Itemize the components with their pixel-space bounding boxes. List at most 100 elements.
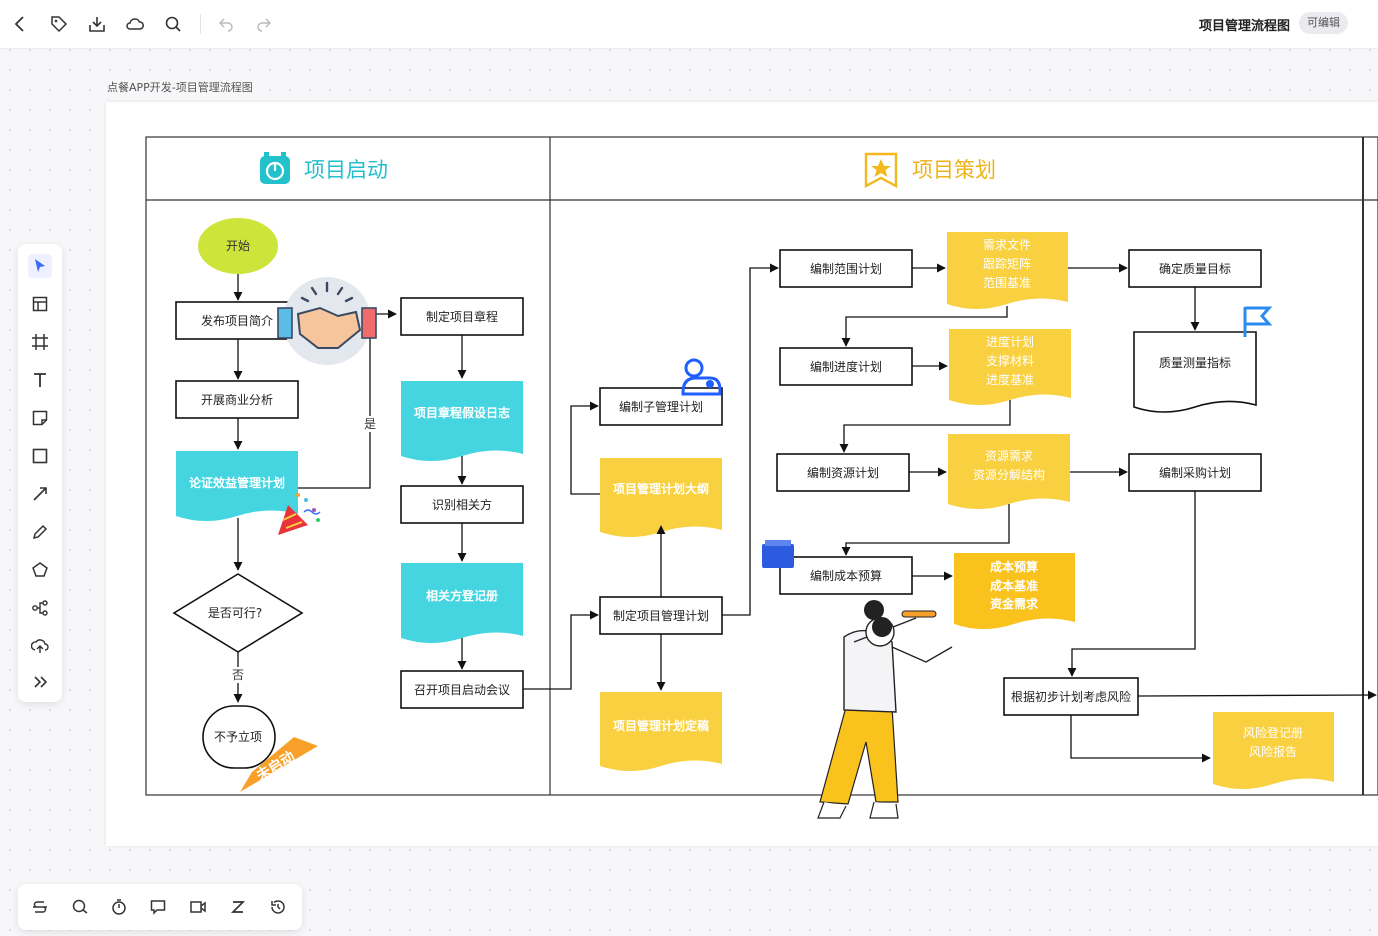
arrow-line-icon[interactable] — [28, 482, 52, 506]
process-identify-stakeholders[interactable]: 识别相关方 — [400, 485, 524, 524]
upload-icon[interactable] — [28, 634, 52, 658]
zoom-z-icon[interactable] — [227, 896, 249, 918]
lane-title-planning: 项目策划 — [912, 158, 996, 182]
document-schedule-outputs[interactable]: 进度计划 支撑材料 进度基准 — [949, 329, 1071, 405]
no-label: 否 — [232, 668, 244, 682]
document-scope-outputs[interactable]: 需求文件 跟踪矩阵 范围基准 — [947, 232, 1068, 309]
pen-icon[interactable] — [28, 520, 52, 544]
process-label: 编制资源计划 — [807, 465, 879, 480]
document-line: 风险登记册 — [1243, 725, 1303, 740]
process-label: 根据初步计划考虑风险 — [1011, 689, 1131, 704]
process-kickoff-meeting[interactable]: 召开项目启动会议 — [400, 670, 524, 709]
process-label: 识别相关方 — [432, 497, 492, 512]
connector — [570, 401, 600, 495]
process-schedule-plan[interactable]: 编制进度计划 — [779, 347, 913, 386]
process-label: 编制子管理计划 — [619, 399, 703, 414]
select-arrow-icon[interactable] — [28, 254, 52, 278]
process-label: 编制采购计划 — [1159, 465, 1231, 480]
download-icon[interactable] — [85, 12, 109, 36]
process-charter[interactable]: 制定项目章程 — [400, 297, 524, 336]
comment-icon[interactable] — [69, 896, 91, 918]
process-business-analysis[interactable]: 开展商业分析 — [175, 380, 299, 419]
document-line: 成本预算 — [990, 559, 1038, 574]
whiteboard-canvas[interactable]: 项目启动 项目策划 开始 发布项目简介 开展商业分析 论证效益管理计划 是 是否… — [106, 102, 1378, 846]
document-line: 进度计划 — [986, 334, 1034, 349]
frame-icon[interactable] — [28, 330, 52, 354]
document-line: 资金需求 — [990, 596, 1039, 611]
back-icon[interactable] — [8, 12, 32, 36]
process-label: 发布项目简介 — [201, 313, 273, 328]
document-title[interactable]: 项目管理流程图 — [1199, 15, 1290, 34]
document-label: 论证效益管理计划 — [189, 475, 285, 490]
flowchart-diagram: 项目启动 项目策划 开始 发布项目简介 开展商业分析 论证效益管理计划 是 是否… — [145, 136, 1378, 819]
decision-label: 是否可行? — [208, 606, 262, 620]
start-node[interactable]: 开始 — [198, 218, 278, 274]
wallet-icon — [762, 540, 794, 568]
document-line: 跟踪矩阵 — [983, 257, 1031, 271]
document-line: 需求文件 — [983, 237, 1031, 252]
tag-icon[interactable] — [47, 12, 71, 36]
process-label: 编制进度计划 — [810, 359, 882, 374]
process-scope-plan[interactable]: 编制范围计划 — [779, 249, 913, 288]
document-label: 项目章程假设日志 — [414, 405, 510, 420]
process-procurement-plan[interactable]: 编制采购计划 — [1128, 453, 1262, 492]
document-label: 相关方登记册 — [426, 588, 498, 603]
document-cost-outputs[interactable]: 成本预算 成本基准 资金需求 — [954, 553, 1075, 629]
timer-icon[interactable] — [108, 896, 130, 918]
lane-header-planning[interactable]: 项目策划 — [864, 152, 996, 188]
cloud-sync-icon[interactable] — [123, 12, 147, 36]
person-illustration — [817, 600, 953, 819]
mindmap-icon[interactable] — [28, 596, 52, 620]
redo-icon[interactable] — [252, 12, 276, 36]
sticky-note-icon[interactable] — [28, 406, 52, 430]
process-resource-plan[interactable]: 编制资源计划 — [776, 453, 910, 492]
document-line: 进度基准 — [986, 372, 1034, 387]
terminal-label: 不予立项 — [214, 729, 262, 744]
text-icon[interactable] — [28, 368, 52, 392]
lane-header-startup[interactable]: 项目启动 — [260, 152, 388, 184]
process-cost-budget[interactable]: 编制成本预算 — [779, 556, 913, 595]
document-resource-outputs[interactable]: 资源需求 资源分解结构 — [948, 434, 1070, 509]
search-icon[interactable] — [161, 12, 185, 36]
alarm-clock-icon — [260, 152, 290, 184]
document-quality-metrics[interactable]: 质量测量指标 — [1133, 331, 1257, 413]
terminal-not-approved[interactable]: 不予立项 — [202, 705, 276, 769]
start-label: 开始 — [226, 239, 250, 253]
document-plan-final[interactable]: 项目管理计划定稿 — [600, 692, 722, 771]
strikethrough-icon[interactable] — [29, 896, 51, 918]
process-risk-consider[interactable]: 根据初步计划考虑风险 — [1003, 677, 1139, 716]
document-label: 质量测量指标 — [1159, 355, 1231, 370]
process-quality-goal[interactable]: 确定质量目标 — [1128, 249, 1262, 288]
left-toolbar — [18, 244, 62, 702]
history-icon[interactable] — [267, 896, 289, 918]
process-make-plan[interactable]: 制定项目管理计划 — [599, 596, 723, 635]
document-stakeholder-register[interactable]: 相关方登记册 — [401, 563, 523, 643]
bottom-toolbar — [18, 884, 302, 930]
document-label: 项目管理计划定稿 — [613, 718, 709, 733]
edit-permission-badge[interactable]: 可编辑 — [1299, 12, 1348, 34]
template-icon[interactable] — [28, 292, 52, 316]
document-label: 项目管理计划大纲 — [613, 481, 709, 496]
document-plan-outline[interactable]: 项目管理计划大纲 — [600, 458, 722, 537]
handshake-icon — [277, 277, 377, 365]
document-assumption-log[interactable]: 项目章程假设日志 — [401, 381, 523, 461]
connector — [841, 504, 1010, 556]
chat-icon[interactable] — [147, 896, 169, 918]
document-line: 资源分解结构 — [973, 467, 1045, 482]
top-bar: 项目管理流程图 可编辑 — [0, 0, 1378, 49]
document-line: 风险报告 — [1249, 744, 1297, 759]
star-bookmark-icon — [864, 152, 898, 188]
connector — [1137, 690, 1377, 700]
toolbar-separator — [200, 14, 201, 34]
frame-name[interactable]: 点餐APP开发-项目管理流程图 — [107, 79, 253, 95]
document-risk-outputs[interactable]: 风险登记册 风险报告 — [1213, 712, 1334, 789]
connector — [1067, 491, 1196, 677]
more-tools-icon[interactable] — [28, 670, 52, 694]
undo-icon[interactable] — [214, 12, 238, 36]
video-icon[interactable] — [187, 896, 209, 918]
polygon-icon[interactable] — [28, 558, 52, 582]
decision-feasible[interactable]: 是否可行? — [172, 573, 304, 653]
rectangle-icon[interactable] — [28, 444, 52, 468]
document-benefit-plan[interactable]: 论证效益管理计划 — [176, 451, 298, 521]
document-line: 支撑材料 — [986, 353, 1034, 368]
